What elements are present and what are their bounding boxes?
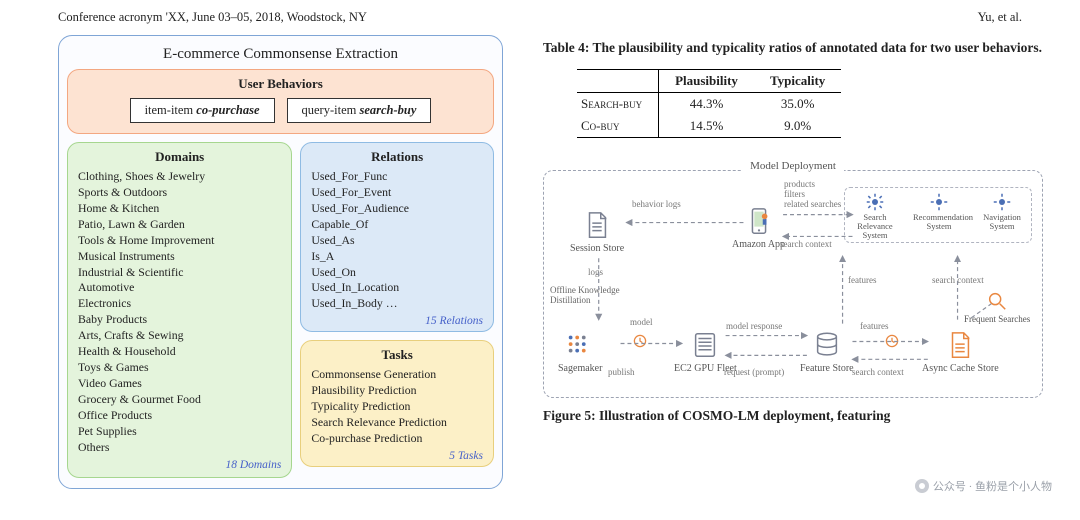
gear-navigation: Navigation System bbox=[979, 192, 1025, 240]
edge-search-context-bot: search context bbox=[852, 367, 904, 377]
behavior-co-purchase: item-item co-purchase bbox=[130, 98, 275, 123]
th-plausibility: Plausibility bbox=[659, 70, 754, 93]
tasks-title: Tasks bbox=[311, 347, 483, 363]
table4: Plausibility Typicality Search-buy 44.3%… bbox=[577, 69, 841, 138]
table-row: Search-buy 44.3% 35.0% bbox=[577, 93, 841, 116]
running-header: Conference acronym 'XX, June 03–05, 2018… bbox=[0, 0, 1080, 25]
domains-box: Domains Clothing, Shoes & JewelrySports … bbox=[67, 142, 292, 478]
edge-search-context-right: search context bbox=[932, 275, 984, 285]
relations-title: Relations bbox=[311, 149, 483, 165]
edge-search-context-top: search context bbox=[780, 239, 832, 249]
watermark-icon bbox=[915, 479, 929, 493]
gear-icon bbox=[929, 192, 949, 212]
relations-list: Used_For_FuncUsed_For_EventUsed_For_Audi… bbox=[311, 169, 483, 312]
node-systems-box: Search Relevance System Recommendation S… bbox=[844, 187, 1032, 243]
tasks-list: Commonsense GenerationPlausibility Predi… bbox=[311, 367, 483, 447]
edge-logs: logs bbox=[588, 267, 603, 277]
user-behaviors-title: User Behaviors bbox=[76, 76, 485, 92]
document-icon bbox=[581, 209, 613, 241]
database-icon bbox=[811, 329, 843, 361]
edge-features-mid: features bbox=[860, 321, 888, 331]
edge-model: model bbox=[630, 317, 653, 327]
relations-foot: 15 Relations bbox=[311, 312, 483, 327]
node-amazon-app: Amazon App bbox=[732, 205, 785, 250]
node-session-store: Session Store bbox=[570, 209, 624, 254]
edge-model-response: model response bbox=[726, 321, 782, 331]
gear-icon bbox=[992, 192, 1012, 212]
node-feature-store: Feature Store bbox=[800, 329, 854, 374]
gear-search-relevance: Search Relevance System bbox=[851, 192, 899, 240]
edge-publish: publish bbox=[608, 367, 635, 377]
tasks-box: Tasks Commonsense GenerationPlausibility… bbox=[300, 340, 494, 467]
commonsense-extraction-panel: E-commerce Commonsense Extraction User B… bbox=[58, 35, 503, 489]
panel-title: E-commerce Commonsense Extraction bbox=[67, 44, 494, 69]
domains-foot: 18 Domains bbox=[78, 456, 281, 471]
node-async-cache: Async Cache Store bbox=[922, 329, 999, 374]
tasks-foot: 5 Tasks bbox=[311, 447, 483, 462]
header-left: Conference acronym 'XX, June 03–05, 2018… bbox=[58, 10, 367, 25]
edge-behavior-logs: behavior logs bbox=[632, 199, 681, 209]
behavior-search-buy: query-item search-buy bbox=[287, 98, 432, 123]
gear-recommendation: Recommendation System bbox=[913, 192, 965, 240]
deployment-diagram: Model Deployment Session Store Amazon Ap… bbox=[543, 170, 1043, 398]
edge-request-prompt: request (prompt) bbox=[724, 367, 784, 377]
table-row: Co-buy 14.5% 9.0% bbox=[577, 115, 841, 138]
server-icon bbox=[689, 329, 721, 361]
gear-icon bbox=[865, 192, 885, 212]
user-behaviors-box: User Behaviors item-item co-purchase que… bbox=[67, 69, 494, 134]
search-icon bbox=[985, 289, 1009, 313]
app-icon bbox=[743, 205, 775, 237]
table4-caption: Table 4: The plausibility and typicality… bbox=[543, 39, 1043, 57]
domains-title: Domains bbox=[78, 149, 281, 165]
th-typicality: Typicality bbox=[754, 70, 841, 93]
clock-icon bbox=[884, 333, 900, 352]
domains-list: Clothing, Shoes & JewelrySports & Outdoo… bbox=[78, 169, 281, 456]
edge-okd: Offline Knowledge Distillation bbox=[550, 285, 630, 305]
cache-icon bbox=[944, 329, 976, 361]
figure5-caption: Figure 5: Illustration of COSMO-LM deplo… bbox=[543, 408, 1043, 424]
clock-icon bbox=[632, 333, 648, 352]
edge-features-up: features bbox=[848, 275, 876, 285]
header-right: Yu, et al. bbox=[978, 10, 1022, 25]
node-frequent-searches: Frequent Searches bbox=[964, 289, 1030, 324]
edge-products: products filters related searches bbox=[784, 179, 841, 209]
relations-box: Relations Used_For_FuncUsed_For_EventUse… bbox=[300, 142, 494, 332]
dots-icon bbox=[564, 329, 596, 361]
watermark: 公众号 · 鱼粉是个小人物 bbox=[915, 478, 1052, 494]
deployment-title: Model Deployment bbox=[742, 160, 844, 172]
node-sagemaker: Sagemaker bbox=[558, 329, 602, 374]
